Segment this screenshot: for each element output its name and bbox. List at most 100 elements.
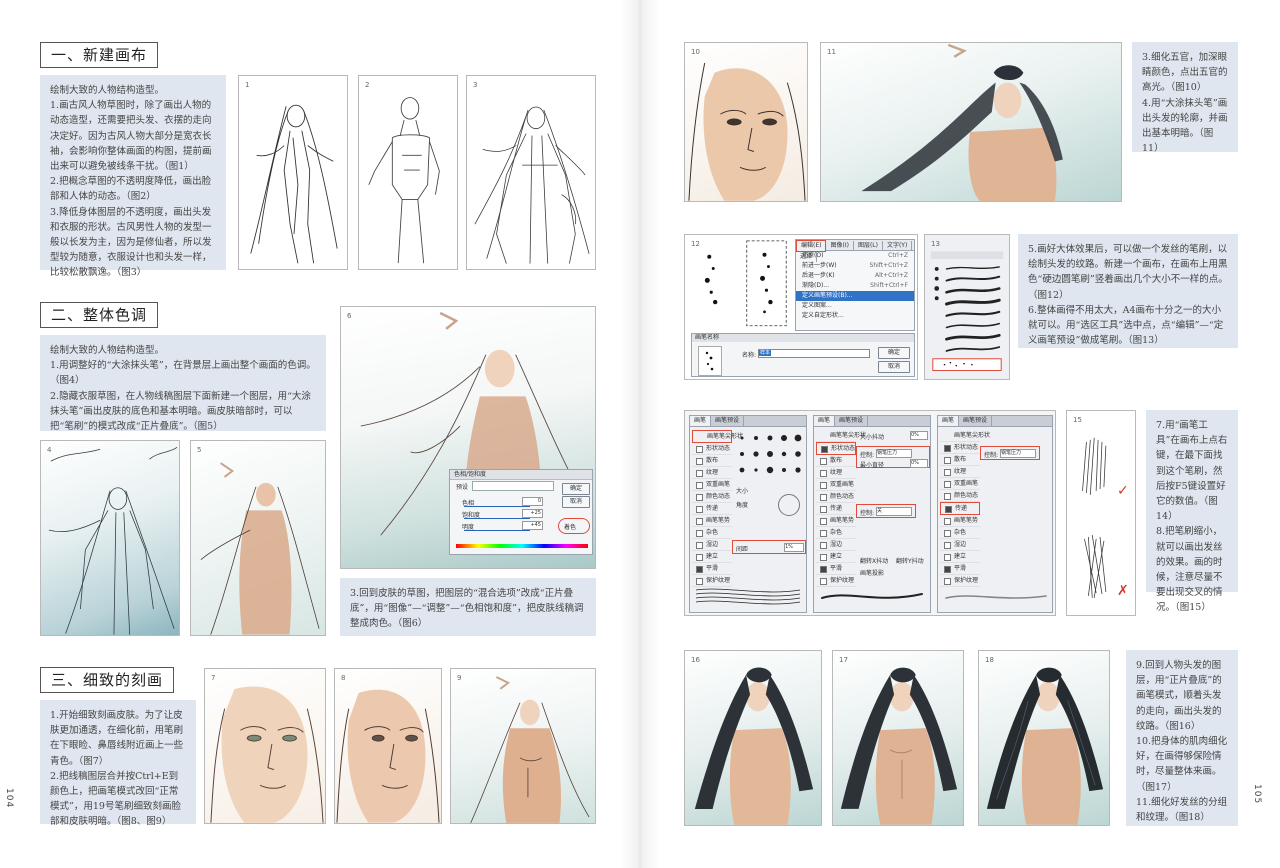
option-dual-brush[interactable]: 双重画笔 xyxy=(692,479,732,491)
ok-button[interactable]: 确定 xyxy=(562,483,590,495)
menu-item-define-pattern[interactable]: 定义图案... xyxy=(796,301,914,311)
option-scattering[interactable]: 散布 xyxy=(940,454,980,466)
option-transfer[interactable]: 传递 xyxy=(692,503,732,515)
figure-3-hair-clothing-sketch: 3 xyxy=(466,75,596,270)
painting xyxy=(200,462,320,635)
painting xyxy=(210,686,324,823)
preset-select[interactable] xyxy=(472,481,554,491)
option-texture[interactable]: 纹理 xyxy=(940,466,980,478)
jitter-label: 大小抖动 xyxy=(860,434,885,441)
saturation-value[interactable]: +25 xyxy=(522,509,543,518)
brush-projection-label: 画笔投影 xyxy=(860,570,885,577)
hue-spectrum-bar xyxy=(456,544,588,548)
section-title-new-canvas: 一、新建画布 xyxy=(40,42,159,68)
text-line: 11.细化好发丝的分组和纹理。（图18） xyxy=(1136,796,1228,824)
option-scattering[interactable]: 散布 xyxy=(816,455,856,467)
angle-wheel[interactable] xyxy=(778,494,800,516)
brush-name-dialog: 画笔名称 名称: 样本 确定 取消 xyxy=(691,333,915,377)
option-shape-dynamics[interactable]: 形状动态 xyxy=(816,442,856,455)
option-noise[interactable]: 杂色 xyxy=(940,527,980,539)
menu-item-define-custom-shape[interactable]: 定义自定形状... xyxy=(796,311,914,321)
text-line: 9.回到人物头发的图层，用“正片叠底”的画笔模式，顺着头发的走向，画出头发的纹路… xyxy=(1136,660,1222,732)
tab-brush[interactable]: 画笔 xyxy=(814,416,836,426)
brush-thumbnail xyxy=(698,346,722,376)
option-noise[interactable]: 杂色 xyxy=(816,527,856,539)
option-tip-shape[interactable]: 画笔笔尖形状 xyxy=(816,430,866,442)
ok-button[interactable]: 确定 xyxy=(878,347,910,359)
option-color-dynamics[interactable]: 颜色动态 xyxy=(940,490,980,502)
hue-value[interactable]: 0 xyxy=(522,497,543,506)
option-shape-dynamics[interactable]: 形状动态 xyxy=(940,442,980,454)
option-tip-shape[interactable]: 画笔笔尖形状 xyxy=(692,430,743,443)
tab-brush-presets[interactable]: 画笔预设 xyxy=(835,416,869,426)
option-brush-pose[interactable]: 画笔笔势 xyxy=(692,515,732,527)
figure-14-brush-settings: 画笔 画笔预设 画笔笔尖形状 形状动态 散布 纹理 双重画笔 颜色动态 传递 画笔… xyxy=(684,410,1056,616)
panel-tabs: 画笔 画笔预设 xyxy=(814,416,930,427)
lightness-slider[interactable] xyxy=(464,530,530,531)
option-texture[interactable]: 纹理 xyxy=(692,467,732,479)
option-brush-pose[interactable]: 画笔笔势 xyxy=(940,515,980,527)
menu-image[interactable]: 图像(I) xyxy=(826,241,854,251)
option-tip-shape[interactable]: 画笔笔尖形状 xyxy=(940,430,990,442)
option-noise[interactable]: 杂色 xyxy=(692,527,732,539)
option-build-up[interactable]: 建立 xyxy=(692,551,732,563)
option-smoothing[interactable]: 平滑 xyxy=(940,563,980,575)
option-wet-edges[interactable]: 湿边 xyxy=(816,539,856,551)
page-gutter xyxy=(620,0,660,868)
menu-layer[interactable]: 图层(L) xyxy=(854,241,883,251)
option-dual-brush[interactable]: 双重画笔 xyxy=(816,479,856,491)
menu-item-undo[interactable]: 还原(O) Ctrl+Z xyxy=(796,251,914,261)
text-block-6: 5.画好大体效果后，可以做一个发丝的笔刷，以绘制头发的纹路。新建一个画布，在画布… xyxy=(1018,234,1238,348)
text-line: 3.细化五官，加深眼睛颜色，点出五官的高光。（图10） xyxy=(1142,52,1228,94)
sketch-drawing xyxy=(474,106,590,264)
option-build-up[interactable]: 建立 xyxy=(940,551,980,563)
text-line: 1.画古风人物草图时，除了画出人物的动态造型，还需要把头发、衣摆的走向决定好。因… xyxy=(50,100,212,173)
text-line: 3.降低身体图层的不透明度，画出头发和衣服的形状。古风男性人物的发型一般以长发为… xyxy=(50,206,212,279)
tab-brush-presets[interactable]: 画笔预设 xyxy=(959,416,993,426)
option-wet-edges[interactable]: 湿边 xyxy=(692,539,732,551)
stroke-preview xyxy=(821,593,923,599)
saturation-slider[interactable] xyxy=(464,518,530,519)
option-color-dynamics[interactable]: 颜色动态 xyxy=(692,491,732,503)
brush-name-input[interactable]: 样本 xyxy=(758,349,870,358)
cancel-button[interactable]: 取消 xyxy=(878,361,910,373)
option-transfer[interactable]: 传递 xyxy=(816,503,856,515)
option-scattering[interactable]: 散布 xyxy=(692,455,732,467)
hue-slider[interactable] xyxy=(464,506,530,507)
figure-1-concept-sketch: 1 xyxy=(238,75,348,270)
text-line: 5.画好大体效果后，可以做一个发丝的笔刷，以绘制头发的纹路。新建一个画布，在画布… xyxy=(1028,244,1228,301)
option-build-up[interactable]: 建立 xyxy=(816,551,856,563)
menu-item-step-forward[interactable]: 前进一步(W) Shift+Ctrl+Z xyxy=(796,261,914,271)
option-wet-edges[interactable]: 湿边 xyxy=(940,539,980,551)
tab-brush[interactable]: 画笔 xyxy=(938,416,960,426)
section-title-overall-tone: 二、整体色调 xyxy=(40,302,159,328)
highlight-circle xyxy=(558,518,590,534)
menu-item-fade[interactable]: 渐隐(D)... Shift+Ctrl+F xyxy=(796,281,914,291)
text-block-5: 3.细化五官，加深眼睛颜色，点出五官的高光。（图10） 4.用“大涂抹头笔”画出… xyxy=(1132,42,1238,154)
option-dual-brush[interactable]: 双重画笔 xyxy=(940,478,980,490)
min-diameter-value[interactable]: 0% xyxy=(910,459,928,468)
menu-type[interactable]: 文字(Y) xyxy=(883,241,913,251)
brush-panel-transfer: 画笔 画笔预设 画笔笔尖形状 形状动态 散布 纹理 双重画笔 颜色动态 传递 画笔… xyxy=(937,415,1053,613)
figure-18-hair-strands: 18 xyxy=(978,650,1110,826)
lightness-value[interactable]: +45 xyxy=(522,521,543,530)
brush-option-list: 画笔笔尖形状 形状动态 散布 纹理 双重画笔 颜色动态 传递 画笔笔势 杂色 湿… xyxy=(692,430,743,587)
option-shape-dynamics[interactable]: 形状动态 xyxy=(692,443,732,455)
option-transfer[interactable]: 传递 xyxy=(940,502,980,515)
figure-6-skin-lineart-color: 6 色相/饱和度 预设 色相 饱和度 明度 0 +25 +45 确定 取消 着色 xyxy=(340,306,596,569)
option-texture[interactable]: 纹理 xyxy=(816,467,856,479)
option-smoothing[interactable]: 平滑 xyxy=(692,563,732,575)
tab-brush[interactable]: 画笔 xyxy=(690,416,712,426)
painting xyxy=(840,667,958,825)
flip-x-label: 翻转X抖动 xyxy=(860,558,889,565)
option-brush-pose[interactable]: 画笔笔势 xyxy=(816,515,856,527)
preset-label: 预设 xyxy=(456,484,469,491)
menu-item-step-backward[interactable]: 后退一步(K) Alt+Ctrl+Z xyxy=(796,271,914,281)
option-color-dynamics[interactable]: 颜色动态 xyxy=(816,491,856,503)
option-smoothing[interactable]: 平滑 xyxy=(816,563,856,575)
text-line: 绘制大致的人物结构造型。 xyxy=(50,345,165,356)
jitter-value[interactable]: 0% xyxy=(910,431,928,440)
cancel-button[interactable]: 取消 xyxy=(562,496,590,508)
tab-brush-presets[interactable]: 画笔预设 xyxy=(711,416,745,426)
menu-item-define-brush-preset[interactable]: 定义画笔预设(B)... xyxy=(796,291,914,301)
